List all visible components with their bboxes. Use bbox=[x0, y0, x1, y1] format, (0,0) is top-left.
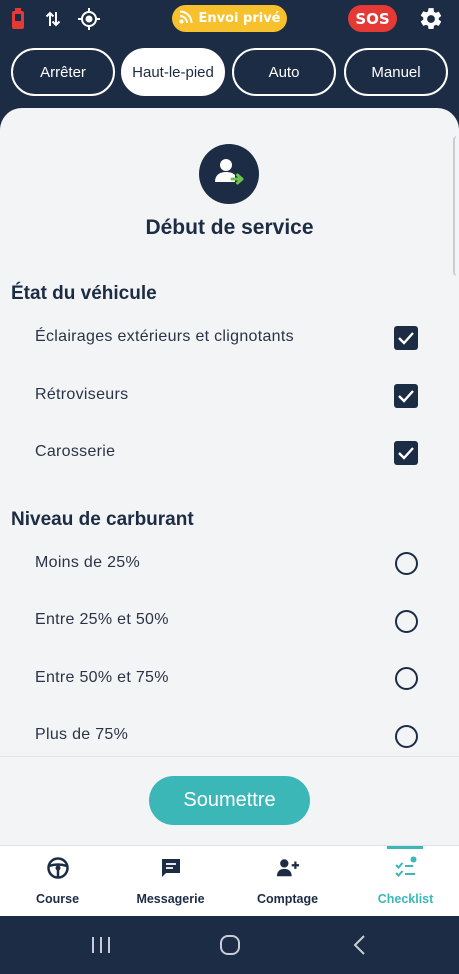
recent-apps-icon[interactable] bbox=[88, 933, 114, 957]
section-title-fuel-level: Niveau de carburant bbox=[11, 509, 194, 530]
chat-icon bbox=[159, 856, 183, 880]
mode-manual-button[interactable]: Manuel bbox=[344, 48, 448, 96]
private-send-button[interactable]: Envoi privé bbox=[172, 5, 287, 32]
section-title-vehicle-state: État du véhicule bbox=[11, 283, 157, 304]
radio-fuel-under-25[interactable] bbox=[395, 552, 418, 575]
checklist-sheet: Début de service État du véhicule Éclair… bbox=[0, 108, 459, 845]
fuel-option-label: Entre 25% et 50% bbox=[35, 611, 169, 628]
user-login-icon bbox=[212, 155, 246, 193]
checklist-item-label: Éclairages extérieurs et clignotants bbox=[35, 328, 294, 345]
top-status-bar: Envoi privé SOS bbox=[0, 0, 459, 38]
data-transfer-icon bbox=[41, 7, 65, 31]
nav-comptage-label: Comptage bbox=[256, 892, 319, 906]
checkbox-bodywork[interactable] bbox=[394, 441, 418, 465]
checklist-item-label: Rétroviseurs bbox=[35, 386, 129, 403]
scroll-indicator bbox=[453, 136, 459, 276]
gps-icon[interactable] bbox=[77, 7, 101, 31]
nav-course[interactable]: Course bbox=[0, 846, 115, 917]
fuel-option-label: Entre 50% et 75% bbox=[35, 669, 169, 686]
page-title: Début de service bbox=[145, 216, 314, 239]
steering-wheel-icon bbox=[46, 856, 70, 880]
nav-checklist[interactable]: Checklist bbox=[348, 846, 459, 917]
rss-icon bbox=[179, 10, 193, 28]
mode-stop-button[interactable]: Arrêter bbox=[11, 48, 115, 96]
nav-messagerie[interactable]: Messagerie bbox=[113, 846, 228, 917]
checklist-icon bbox=[394, 856, 418, 880]
sos-button[interactable]: SOS bbox=[348, 5, 397, 32]
nav-messagerie-label: Messagerie bbox=[136, 892, 205, 906]
nav-comptage[interactable]: Comptage bbox=[230, 846, 345, 917]
nav-checklist-label: Checklist bbox=[377, 892, 434, 906]
radio-fuel-50-75[interactable] bbox=[395, 667, 418, 690]
checkbox-mirrors[interactable] bbox=[394, 384, 418, 408]
fuel-option-label: Plus de 75% bbox=[35, 726, 129, 743]
add-person-icon bbox=[276, 856, 300, 880]
fuel-option-label: Moins de 25% bbox=[35, 554, 140, 571]
submit-button[interactable]: Soumettre bbox=[149, 776, 310, 825]
battery-icon bbox=[6, 7, 30, 31]
gear-icon[interactable] bbox=[417, 5, 444, 32]
back-icon[interactable] bbox=[346, 933, 372, 957]
home-icon[interactable] bbox=[217, 933, 243, 957]
nav-course-label: Course bbox=[35, 892, 80, 906]
system-navigation-bar bbox=[0, 916, 459, 974]
checkbox-exterior-lights[interactable] bbox=[394, 326, 418, 350]
radio-fuel-over-75[interactable] bbox=[395, 725, 418, 748]
service-start-avatar bbox=[199, 144, 259, 204]
checklist-item-label: Carosserie bbox=[35, 443, 116, 460]
private-send-label: Envoi privé bbox=[198, 11, 281, 26]
mode-auto-button[interactable]: Auto bbox=[232, 48, 336, 96]
radio-fuel-25-50[interactable] bbox=[395, 610, 418, 633]
bottom-navigation: Course Messagerie Comptage Checklist bbox=[0, 845, 459, 916]
mode-haut-le-pied-button[interactable]: Haut-le-pied bbox=[121, 48, 225, 96]
divider bbox=[0, 756, 459, 757]
